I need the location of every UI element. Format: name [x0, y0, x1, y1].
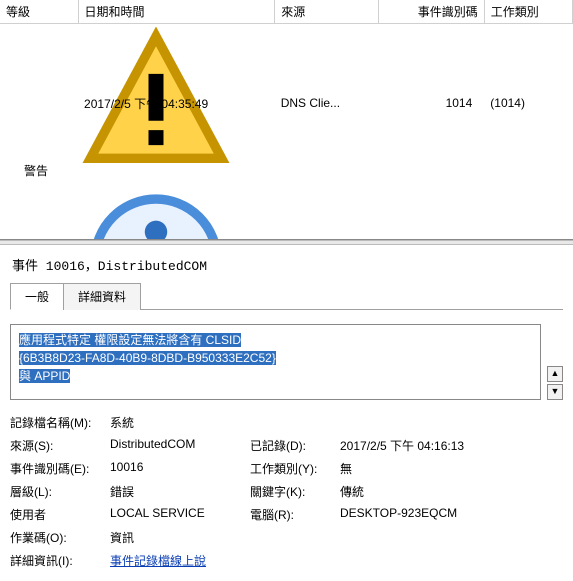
msg-line2: {6B3B8D23-FA8D-40B9-8DBD-B950333E2C52} — [19, 351, 276, 365]
prop-more-label: 詳細資訊(I): — [10, 552, 110, 569]
tab-details[interactable]: 詳細資料 — [63, 283, 141, 310]
prop-source-val: DistributedCOM — [110, 437, 250, 454]
prop-eventid-label: 事件識別碼(E): — [10, 460, 110, 477]
prop-keywords-label: 關鍵字(K): — [250, 483, 340, 500]
warn-icon — [6, 27, 20, 41]
col-datetime[interactable]: 日期和時間 — [78, 0, 275, 24]
event-properties: 記錄檔名稱(M): 系統 來源(S): DistributedCOM 已記錄(D… — [10, 414, 563, 569]
detail-header: 事件 10016，DistributedCOM — [10, 251, 563, 282]
col-source[interactable]: 來源 — [275, 0, 379, 24]
event-list-pane[interactable]: 等級 日期和時間 來源 事件識別碼 工作類別 警告2017/2/5 下午 04:… — [0, 0, 573, 240]
tab-general[interactable]: 一般 — [10, 283, 64, 310]
prop-level-label: 層級(L): — [10, 483, 110, 500]
cell-task: (1014) — [484, 24, 572, 183]
event-table: 等級 日期和時間 來源 事件識別碼 工作類別 警告2017/2/5 下午 04:… — [0, 0, 573, 240]
prop-task-val: 無 — [340, 460, 563, 477]
prop-task-label: 工作類別(Y): — [250, 460, 340, 477]
prop-eventid-val: 10016 — [110, 460, 250, 477]
prop-log-label: 記錄檔名稱(M): — [10, 414, 110, 431]
table-row[interactable]: 警告2017/2/5 下午 04:35:49DNS Clie...1014(10… — [0, 24, 573, 183]
msg-line3: 與 APPID — [19, 369, 70, 383]
table-row[interactable]: 資訊2017/2/5 下午 04:31:21Lfsvc1無 — [0, 182, 573, 240]
prop-level-val: 錯誤 — [110, 483, 250, 500]
msg-scroll-down[interactable]: ▼ — [547, 384, 563, 400]
cell-eventid: 1014 — [379, 24, 485, 183]
info-icon — [6, 185, 20, 199]
online-help-link[interactable]: 事件記錄檔線上說 — [110, 554, 206, 568]
cell-eventid: 1 — [379, 182, 485, 240]
prop-source-label: 來源(S): — [10, 437, 110, 454]
prop-logged-label: 已記錄(D): — [250, 437, 340, 454]
prop-opcode-label: 作業碼(O): — [10, 529, 110, 546]
col-level[interactable]: 等級 — [0, 0, 78, 24]
col-eventid[interactable]: 事件識別碼 — [379, 0, 485, 24]
detail-pane: 事件 10016，DistributedCOM 一般 詳細資料 應用程式特定 權… — [0, 245, 573, 579]
prop-keywords-val: 傳統 — [340, 483, 563, 500]
msg-line1: 應用程式特定 權限設定無法將含有 CLSID — [19, 333, 241, 347]
column-header-row[interactable]: 等級 日期和時間 來源 事件識別碼 工作類別 — [0, 0, 573, 24]
prop-opcode-val: 資訊 — [110, 529, 563, 546]
event-message-box[interactable]: 應用程式特定 權限設定無法將含有 CLSID {6B3B8D23-FA8D-40… — [10, 324, 541, 400]
prop-log-val: 系統 — [110, 414, 563, 431]
prop-logged-val: 2017/2/5 下午 04:16:13 — [340, 437, 563, 454]
prop-computer-label: 電腦(R): — [250, 506, 340, 523]
msg-scroll-up[interactable]: ▲ — [547, 366, 563, 382]
cell-level: 警告 — [24, 164, 48, 178]
prop-user-label: 使用者 — [10, 506, 110, 523]
col-task[interactable]: 工作類別 — [484, 0, 572, 24]
cell-task: 無 — [484, 182, 572, 240]
prop-user-val: LOCAL SERVICE — [110, 506, 250, 523]
tabs: 一般 詳細資料 — [10, 282, 563, 310]
prop-computer-val: DESKTOP-923EQCM — [340, 506, 563, 523]
